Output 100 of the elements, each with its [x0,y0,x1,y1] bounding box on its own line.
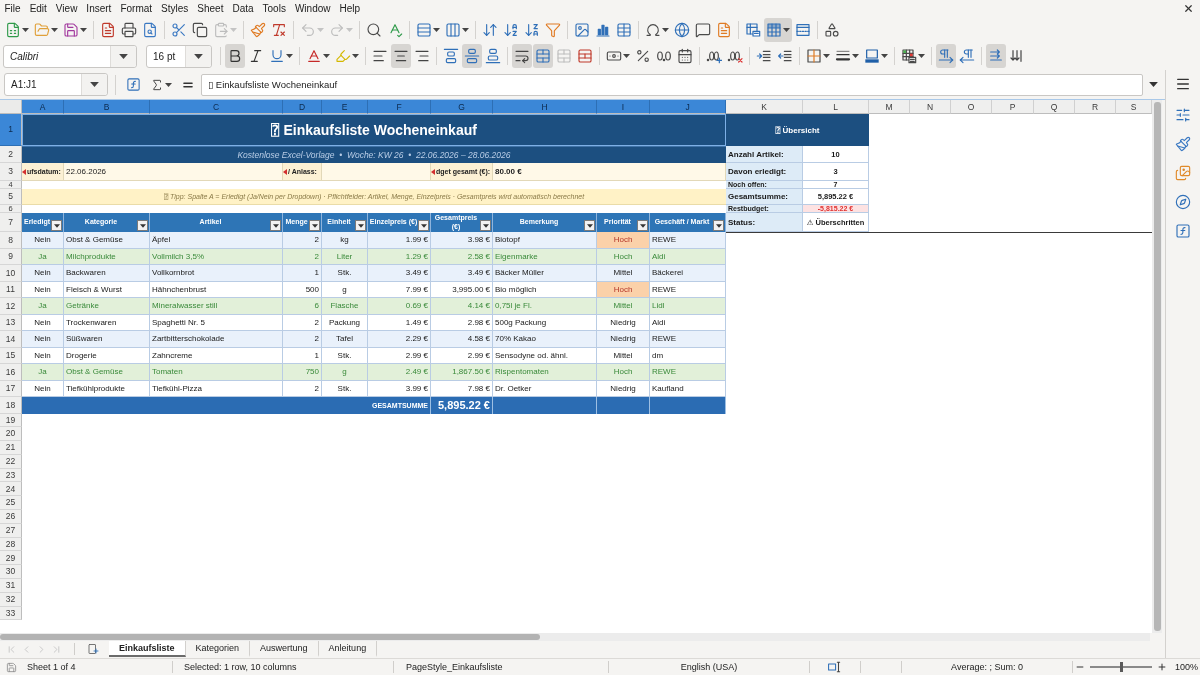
row-header[interactable]: 20 [0,427,22,442]
search-icon [366,21,382,38]
formula-input-field[interactable]: ▯ Einkaufsliste Wocheneinkauf [201,73,1143,96]
menu-item[interactable]: Help [335,0,365,17]
column-header[interactable]: G [431,100,493,114]
text-direction-horizontal-button[interactable] [986,44,1006,68]
autofilter-button[interactable] [355,220,366,231]
freeze-button[interactable] [764,17,792,42]
colored-grid-icon [901,48,917,64]
row-header[interactable]: 1 [0,114,22,146]
autofilter-button[interactable] [637,220,648,231]
row-header[interactable]: 2 [0,146,22,163]
name-box-field[interactable]: A1:J1 [4,73,108,96]
column-header[interactable]: H [493,100,597,114]
column-header[interactable]: I [597,100,650,114]
align-middle-button[interactable] [462,44,482,68]
menu-item[interactable]: Styles [156,0,193,17]
column-header[interactable]: C [150,100,283,114]
zoom-slider-thumb[interactable] [1120,662,1123,672]
table-cell: 70% Kakao [493,331,597,348]
bold-button[interactable] [225,44,245,68]
wrap-text-button[interactable] [512,44,532,68]
menu-item[interactable]: Format [115,0,157,17]
row-header[interactable]: 10 [0,265,22,282]
column-header[interactable]: Q [1034,100,1075,114]
font-name-field[interactable]: Calibri [3,44,137,68]
sheet-tab[interactable]: Kategorien [185,641,251,657]
row-header[interactable]: 12 [0,298,22,315]
column-header[interactable]: B [64,100,150,114]
row-header[interactable]: 25 [0,496,22,511]
column-header[interactable]: P [992,100,1034,114]
sheet-tab[interactable]: Auswertung [250,641,319,657]
percent-icon [635,48,651,64]
row-header[interactable]: 8 [0,232,22,249]
row-header[interactable]: 29 [0,551,22,566]
caret-icon [586,223,593,228]
autofilter-button[interactable] [480,220,491,231]
row-header[interactable]: 31 [0,579,22,593]
row-header[interactable]: 24 [0,482,22,497]
split-window-icon [795,21,811,38]
menu-item[interactable]: Data [227,0,259,17]
table-icon [616,21,632,38]
column-header[interactable]: J [650,100,726,114]
autofilter-button[interactable] [584,220,595,231]
table-cell: Rispentomaten [493,364,597,381]
caret-icon [462,27,469,32]
table-cell: REWE [650,232,726,249]
underline-icon [269,48,285,64]
column-header[interactable]: L [803,100,869,114]
column-header[interactable]: N [910,100,951,114]
menu-item[interactable]: Edit [25,0,52,17]
sheet-tab[interactable]: Anleitung [318,641,378,657]
menu-item[interactable]: Window [290,0,335,17]
dropdown-button[interactable] [110,45,136,67]
dropdown-button[interactable] [185,45,211,67]
autofilter-button[interactable] [309,220,320,231]
column-header[interactable]: S [1116,100,1152,114]
menu-item[interactable]: Tools [258,0,291,17]
row-header[interactable]: 5 [0,189,22,205]
font-size-field[interactable]: 16 pt [146,44,212,68]
row-header[interactable]: 16 [0,364,22,381]
column-header[interactable]: D [283,100,322,114]
column-header[interactable]: A [22,100,64,114]
column-header[interactable]: K [726,100,803,114]
row-header[interactable]: 18 [0,397,22,414]
row-header[interactable]: 7 [0,213,22,232]
menu-item[interactable]: File [0,0,26,17]
column-header[interactable]: R [1075,100,1116,114]
caret-icon [881,54,888,58]
column-header[interactable]: F [368,100,431,114]
dropdown-button[interactable] [81,74,107,95]
menu-item[interactable]: Insert [81,0,116,17]
autofilter-button[interactable] [713,220,724,231]
column-header[interactable]: M [869,100,910,114]
autofilter-button[interactable] [418,220,429,231]
row-header[interactable]: 26 [0,510,22,524]
table-cell: Flasche [322,298,368,315]
columns-icon [445,21,461,38]
sheet-tab[interactable]: Einkaufsliste [109,641,186,657]
left-to-right-button[interactable] [936,44,956,68]
menu-item[interactable]: Sheet [192,0,228,17]
row-header[interactable]: 30 [0,565,22,580]
menu-item[interactable]: View [51,0,82,17]
omega-icon [645,21,661,38]
subtitle-cell: Kostenlose Excel-Vorlage • Woche: KW 26 • 22.06.2026 – 28.06.2026 [22,146,726,163]
column-header[interactable]: O [951,100,992,114]
row-header[interactable]: 3 [0,163,22,181]
autofilter-button[interactable] [51,220,62,231]
row-header[interactable]: 14 [0,331,22,348]
align-center-button[interactable] [391,44,411,68]
autofilter-button[interactable] [270,220,281,231]
menu-icon [1175,76,1191,92]
autofilter-button[interactable] [137,220,148,231]
table-cell: 3.49 € [368,265,431,282]
row-header[interactable]: 21 [0,441,22,455]
scrollbar-thumb[interactable] [0,634,540,640]
table-cell: 3.98 € [431,232,493,249]
column-header[interactable]: E [322,100,368,114]
caret-icon [230,27,237,32]
horizontal-scrollbar[interactable] [0,633,1150,641]
